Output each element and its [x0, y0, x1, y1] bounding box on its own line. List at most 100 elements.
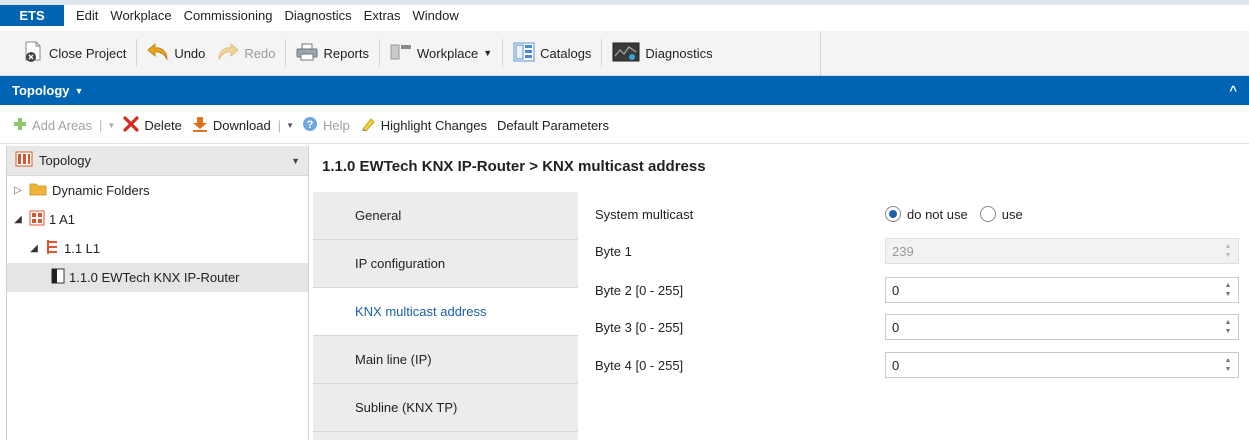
- tree-item-device[interactable]: 1.1.0 EWTech KNX IP-Router: [7, 263, 308, 292]
- default-parameters-button[interactable]: Default Parameters: [492, 118, 614, 133]
- delete-label: Delete: [144, 117, 182, 133]
- download-icon: [192, 116, 208, 135]
- byte2-input[interactable]: 0 ▲ ▼: [885, 277, 1239, 303]
- input-value: 0: [892, 319, 900, 335]
- param-row-byte2: Byte 2 [0 - 255] 0 ▲ ▼: [578, 275, 1243, 305]
- reports-label: Reports: [323, 45, 369, 61]
- highlight-changes-button[interactable]: Highlight Changes: [355, 116, 492, 135]
- workplace-button[interactable]: Workplace ▼: [384, 38, 498, 68]
- default-parameters-label: Default Parameters: [497, 117, 610, 133]
- topology-icon: [15, 151, 33, 170]
- toolbar-separator: [820, 31, 821, 76]
- spinner-icon: ▲ ▼: [1224, 243, 1232, 259]
- param-row-byte4: Byte 4 [0 - 255] 0 ▲ ▼: [578, 350, 1243, 380]
- delete-button[interactable]: Delete: [118, 115, 187, 135]
- tree-header[interactable]: Topology ▼: [7, 146, 308, 176]
- toolbar-separator: [379, 39, 380, 67]
- diagnostics-button[interactable]: Diagnostics: [606, 38, 718, 68]
- param-label: System multicast: [595, 206, 694, 222]
- collapse-arrow-icon[interactable]: ◢: [27, 243, 41, 254]
- add-areas-button[interactable]: Add Areas: [8, 117, 97, 134]
- tree-header-label: Topology: [39, 153, 92, 168]
- menu-extras[interactable]: Extras: [358, 8, 407, 23]
- panel-header: Topology ▼ ^: [0, 76, 1249, 105]
- ets-menu-button[interactable]: ETS: [0, 5, 64, 26]
- folder-icon: [29, 182, 47, 199]
- tree-item-line[interactable]: ◢ 1.1 L1: [7, 234, 308, 263]
- spinner-icon[interactable]: ▲ ▼: [1224, 282, 1232, 298]
- redo-label: Redo: [244, 45, 276, 61]
- expand-arrow-icon[interactable]: ▷: [11, 185, 25, 196]
- byte1-input: 239 ▲ ▼: [885, 238, 1239, 264]
- download-label: Download: [212, 117, 271, 133]
- collapse-arrow-icon[interactable]: ◢: [11, 214, 25, 225]
- menu-diagnostics[interactable]: Diagnostics: [278, 8, 357, 23]
- radio-use[interactable]: [979, 206, 996, 222]
- panel-title-dropdown[interactable]: Topology ▼: [12, 83, 83, 98]
- main-toolbar: Close Project Undo Redo Reports Workplac…: [0, 31, 1249, 76]
- param-row-system-multicast: System multicast do not use use: [578, 199, 1243, 229]
- svg-text:?: ?: [307, 119, 314, 131]
- menu-bar: ETS Edit Workplace Commissioning Diagnos…: [0, 0, 1249, 26]
- byte4-input[interactable]: 0 ▲ ▼: [885, 352, 1239, 378]
- undo-label: Undo: [174, 45, 206, 61]
- tree-item-label: 1 A1: [49, 212, 76, 227]
- chevron-down-icon[interactable]: ▼: [291, 156, 300, 166]
- param-row-byte1: Byte 1 239 ▲ ▼: [578, 236, 1243, 266]
- chevron-down-icon[interactable]: ▼: [104, 121, 118, 130]
- spinner-icon[interactable]: ▲ ▼: [1224, 319, 1232, 335]
- close-project-label: Close Project: [49, 45, 127, 61]
- input-value: 239: [892, 243, 914, 259]
- action-bar: Add Areas | ▼ Delete Download | ▼ ? Help…: [0, 107, 1249, 144]
- help-icon: ?: [302, 116, 318, 135]
- menu-commissioning[interactable]: Commissioning: [178, 8, 279, 23]
- topology-tree: Topology ▼ ▷ Dynamic Folders ◢ 1 A1 ◢ 1.…: [6, 146, 309, 440]
- param-row-byte3: Byte 3 [0 - 255] 0 ▲ ▼: [578, 312, 1243, 342]
- catalogs-label: Catalogs: [540, 45, 592, 61]
- menu-window[interactable]: Window: [407, 8, 465, 23]
- catalogs-button[interactable]: Catalogs: [507, 38, 597, 68]
- radio-label: use: [1001, 206, 1023, 222]
- delete-icon: [123, 115, 139, 135]
- tree-item-label: Dynamic Folders: [52, 183, 150, 198]
- action-separator: |: [99, 117, 103, 133]
- parameter-panel: System multicast do not use use Byte 1 2…: [578, 192, 1249, 440]
- workplace-icon: [390, 43, 412, 64]
- undo-icon: [147, 42, 169, 64]
- tab-general[interactable]: General: [313, 192, 578, 240]
- tree-item-area[interactable]: ◢ 1 A1: [7, 205, 308, 234]
- panel-title: Topology: [12, 83, 70, 98]
- detail-title: 1.1.0 EWTech KNX IP-Router > KNX multica…: [322, 158, 706, 175]
- diagnostics-label: Diagnostics: [645, 45, 713, 61]
- param-label: Byte 1: [595, 243, 632, 259]
- byte3-input[interactable]: 0 ▲ ▼: [885, 314, 1239, 340]
- system-multicast-radio-group: do not use use: [885, 206, 1023, 222]
- add-areas-label: Add Areas: [32, 117, 92, 133]
- line-icon: [45, 239, 59, 258]
- chevron-down-icon: ▼: [483, 48, 493, 58]
- collapse-icon[interactable]: ^: [1229, 83, 1237, 98]
- redo-button[interactable]: Redo: [211, 38, 281, 68]
- close-project-button[interactable]: Close Project: [18, 38, 132, 68]
- undo-button[interactable]: Undo: [141, 38, 211, 68]
- tab-main-line-ip[interactable]: Main line (IP): [313, 336, 578, 384]
- menu-workplace[interactable]: Workplace: [104, 8, 177, 23]
- menu-edit[interactable]: Edit: [70, 8, 104, 23]
- highlight-changes-label: Highlight Changes: [380, 117, 488, 133]
- tab-ip-configuration[interactable]: IP configuration: [313, 240, 578, 288]
- help-button[interactable]: ? Help: [297, 116, 355, 135]
- tab-subline-knx-tp[interactable]: Subline (KNX TP): [313, 384, 578, 432]
- spinner-icon[interactable]: ▲ ▼: [1224, 357, 1232, 373]
- param-label: Byte 4 [0 - 255]: [595, 357, 684, 373]
- tree-item-dynamic-folders[interactable]: ▷ Dynamic Folders: [7, 176, 308, 205]
- plus-icon: [13, 117, 27, 134]
- download-button[interactable]: Download: [187, 116, 276, 135]
- toolbar-separator: [136, 39, 138, 67]
- toolbar-separator: [502, 39, 504, 67]
- chevron-down-icon[interactable]: ▼: [283, 121, 297, 130]
- reports-button[interactable]: Reports: [290, 38, 375, 68]
- param-label: Byte 2 [0 - 255]: [595, 282, 684, 298]
- radio-do-not-use[interactable]: [885, 206, 901, 222]
- param-label: Byte 3 [0 - 255]: [595, 319, 684, 335]
- tab-knx-multicast-address[interactable]: KNX multicast address: [313, 288, 578, 336]
